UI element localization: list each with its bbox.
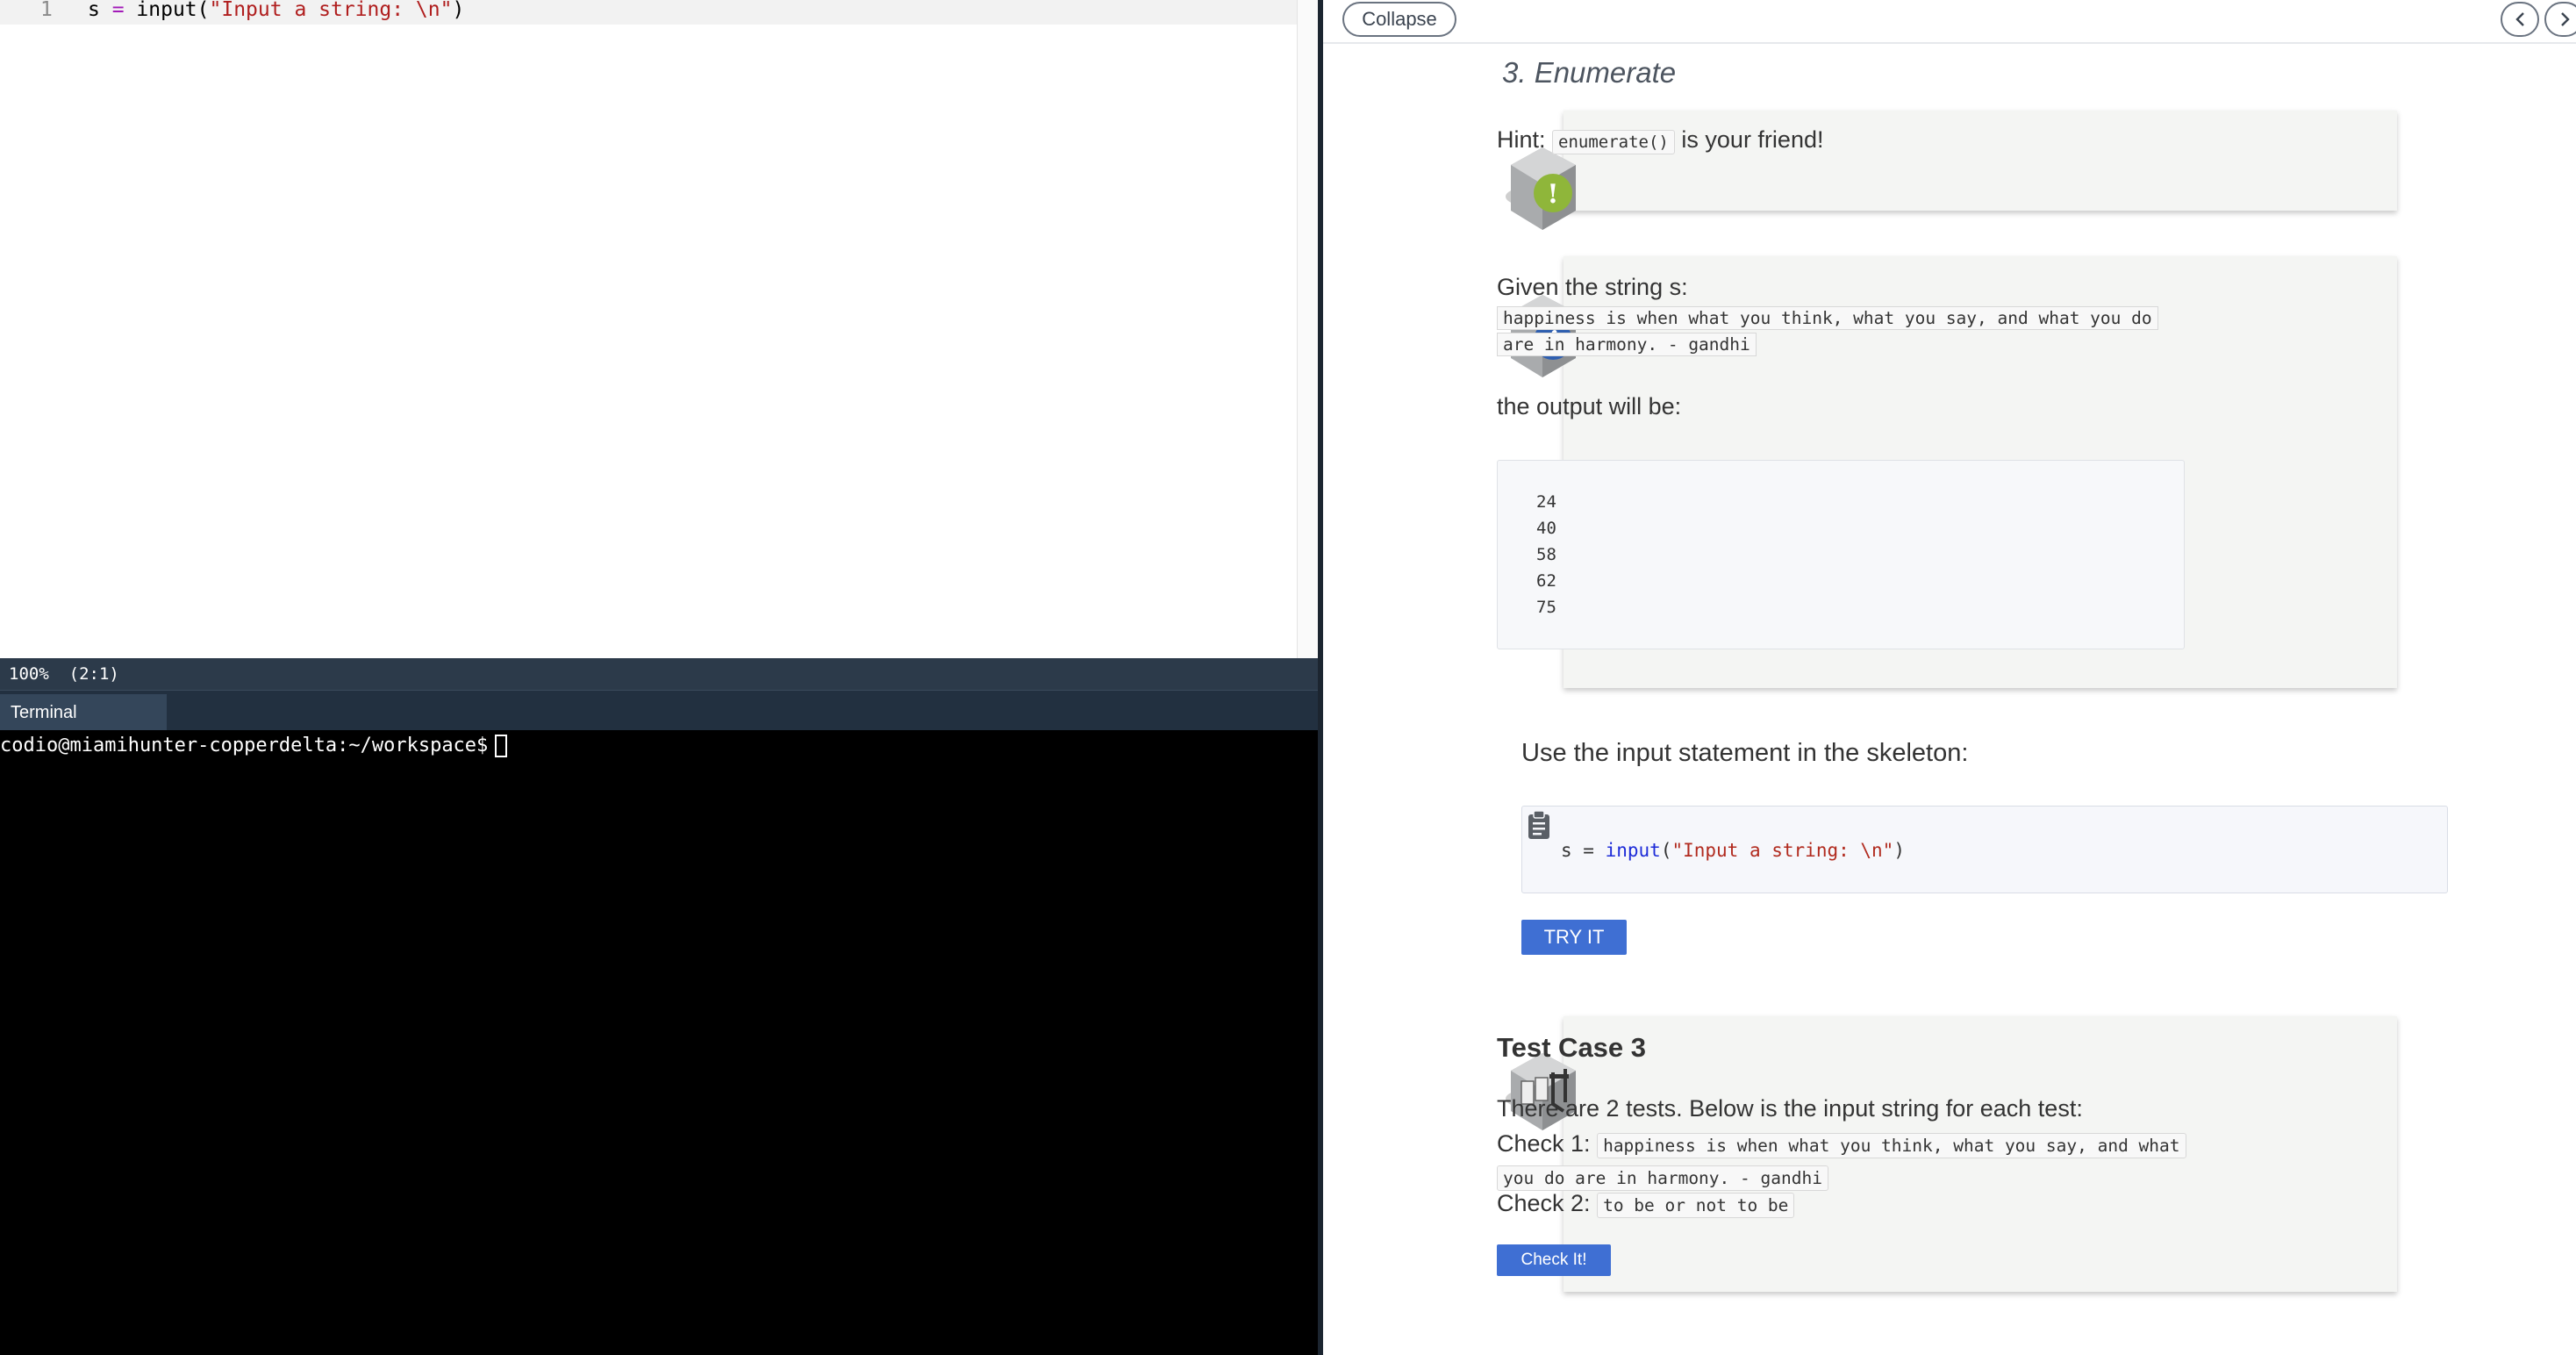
given-string: happiness is when what you think, what y… — [1497, 305, 2190, 358]
clipboard-icon[interactable] — [1526, 810, 1552, 840]
editor-status-bar: 100% (2:1) — [0, 658, 1318, 690]
code-token-fn: input — [136, 0, 197, 21]
collapse-button[interactable]: Collapse — [1342, 2, 1456, 37]
skeleton-token-op: = — [1571, 840, 1606, 861]
code-token-open: ( — [197, 0, 210, 21]
editor-scrollbar[interactable] — [1297, 0, 1318, 658]
output-box: 24 40 58 62 75 — [1497, 460, 2185, 649]
given-label: Given the string s: — [1497, 274, 1688, 300]
code-token-close: ) — [452, 0, 465, 21]
check-1-label: Check 1: — [1497, 1130, 1591, 1157]
check-1-code: happiness is when what you think, what y… — [1497, 1133, 2186, 1191]
warning-hex-icon: ! — [1506, 147, 1576, 230]
output-value: 75 — [1536, 598, 1556, 617]
check-it-button[interactable]: Check It! — [1497, 1244, 1611, 1276]
output-value: 24 — [1536, 492, 1556, 512]
skeleton-token-close: ) — [1893, 840, 1905, 861]
terminal-cursor — [495, 735, 508, 757]
skeleton-token-fn: input — [1605, 840, 1661, 861]
svg-text:!: ! — [1547, 179, 1558, 210]
code-token-string: "Input a string: \n" — [209, 0, 453, 21]
test-case-title: Test Case 3 — [1497, 1032, 1647, 1063]
output-value: 40 — [1536, 519, 1556, 538]
code-editor[interactable]: 1 s = input("Input a string: \n") — [0, 0, 1318, 658]
hint-text: Hint: enumerate() is your friend! — [1497, 126, 1823, 154]
check-1-line: Check 1: happiness is when what you thin… — [1497, 1129, 2190, 1194]
code-line-1[interactable]: s = input("Input a string: \n") — [88, 0, 464, 25]
code-token-op: = — [99, 0, 137, 21]
given-string-code: happiness is when what you think, what y… — [1497, 306, 2158, 356]
skeleton-code-block: s = input("Input a string: \n") — [1521, 806, 2448, 893]
skeleton-token-open: ( — [1660, 840, 1672, 861]
editor-active-line[interactable]: 1 s = input("Input a string: \n") — [0, 0, 1313, 25]
chevron-left-icon — [2515, 12, 2524, 26]
skeleton-token-var: s — [1561, 840, 1572, 861]
guide-pane: Collapse 3. Enumerate ! Hint: enumerate(… — [1323, 0, 2576, 1355]
previous-page-button[interactable] — [2501, 2, 2539, 37]
skeleton-code: s = input("Input a string: \n") — [1561, 840, 1905, 861]
output-value: 62 — [1536, 571, 1556, 591]
output-label: the output will be: — [1497, 393, 1682, 419]
hint-prefix: Hint: — [1497, 126, 1546, 153]
terminal-tab-bar: Terminal — [0, 690, 1318, 731]
check-2-code: to be or not to be — [1597, 1193, 1795, 1218]
check-2-line: Check 2: to be or not to be — [1497, 1188, 2190, 1221]
chevron-right-icon — [2561, 12, 2570, 26]
skeleton-token-string: "Input a string: \n" — [1671, 840, 1894, 861]
terminal-pane[interactable]: codio@miamihunter-copperdelta:~/workspac… — [0, 730, 1318, 1355]
guide-toolbar: Collapse — [1323, 0, 2576, 44]
test-case-description: There are 2 tests. Below is the input st… — [1497, 1095, 2083, 1122]
tab-terminal[interactable]: Terminal — [0, 694, 167, 731]
hint-code: enumerate() — [1552, 130, 1675, 154]
hint-suffix: is your friend! — [1681, 126, 1824, 153]
section-title: 3. Enumerate — [1502, 56, 1677, 89]
terminal-prompt: codio@miamihunter-copperdelta:~/workspac… — [0, 735, 489, 756]
code-token-var: s — [88, 0, 100, 21]
line-number: 1 — [40, 0, 53, 21]
terminal-prompt-line: codio@miamihunter-copperdelta:~/workspac… — [0, 730, 508, 762]
check-2-label: Check 2: — [1497, 1190, 1591, 1216]
next-page-button[interactable] — [2544, 2, 2576, 37]
try-it-button[interactable]: TRY IT — [1521, 920, 1627, 955]
instruction-text: Use the input statement in the skeleton: — [1521, 739, 1969, 767]
output-values: 24 40 58 62 75 — [1536, 489, 1556, 620]
app-root: 1 s = input("Input a string: \n") 100% (… — [0, 0, 2576, 1355]
output-value: 58 — [1536, 545, 1556, 564]
